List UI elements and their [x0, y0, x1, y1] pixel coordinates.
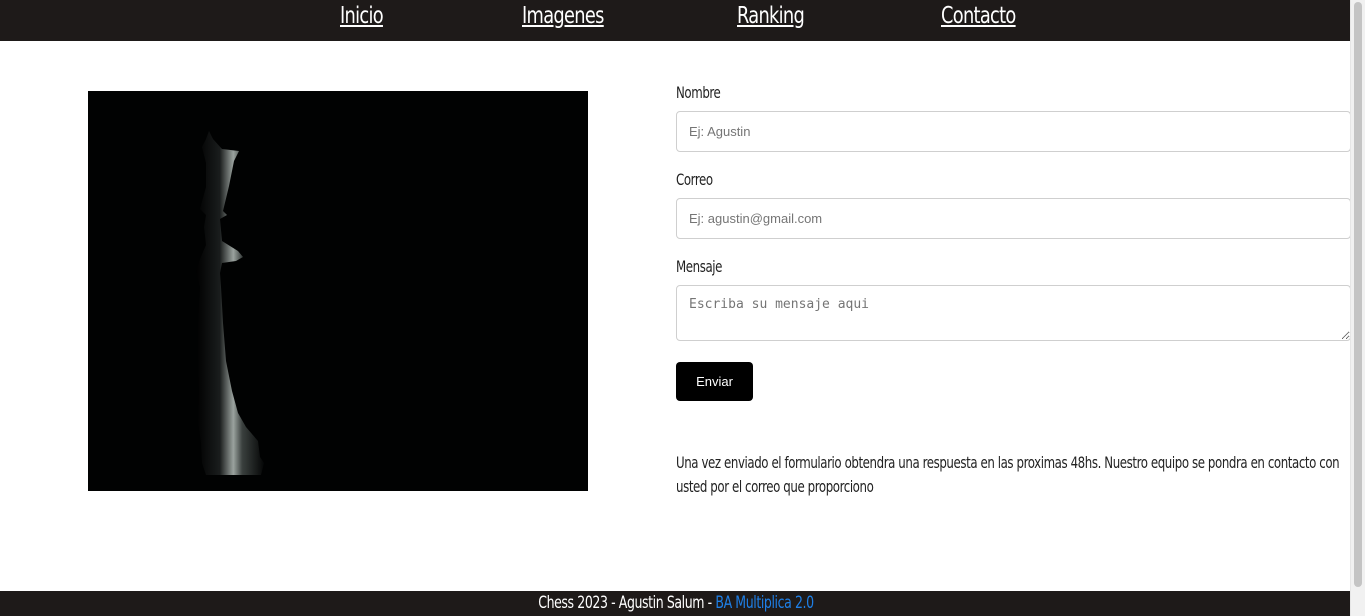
nav-link-contacto[interactable]: Contacto	[941, 3, 1016, 29]
email-label: Correo	[676, 170, 713, 189]
message-label: Mensaje	[676, 257, 722, 276]
footer-content: Chess 2023 - Agustin Salum - BA Multipli…	[537, 593, 814, 613]
footer-credit: Chess 2023 - Agustin Salum -	[537, 593, 715, 613]
message-textarea[interactable]	[676, 285, 1351, 341]
footer: Chess 2023 - Agustin Salum - BA Multipli…	[0, 591, 1351, 616]
name-input[interactable]	[676, 111, 1351, 152]
nav-link-ranking[interactable]: Ranking	[737, 3, 805, 29]
nav-link-inicio[interactable]: Inicio	[340, 3, 384, 29]
info-text: Una vez enviado el formulario obtendra u…	[676, 453, 1340, 496]
top-navbar: Inicio Imagenes Ranking Contacto	[0, 0, 1351, 41]
email-input[interactable]	[676, 198, 1351, 239]
submit-button[interactable]: Enviar	[676, 362, 753, 401]
scrollbar-thumb[interactable]	[1354, 2, 1362, 587]
name-label: Nombre	[676, 83, 721, 102]
vertical-scrollbar[interactable]	[1350, 0, 1365, 616]
footer-link[interactable]: BA Multiplica 2.0	[715, 593, 814, 613]
chess-queen-image	[88, 91, 588, 491]
nav-link-imagenes[interactable]: Imagenes	[522, 3, 604, 29]
chess-queen-icon	[88, 91, 588, 491]
